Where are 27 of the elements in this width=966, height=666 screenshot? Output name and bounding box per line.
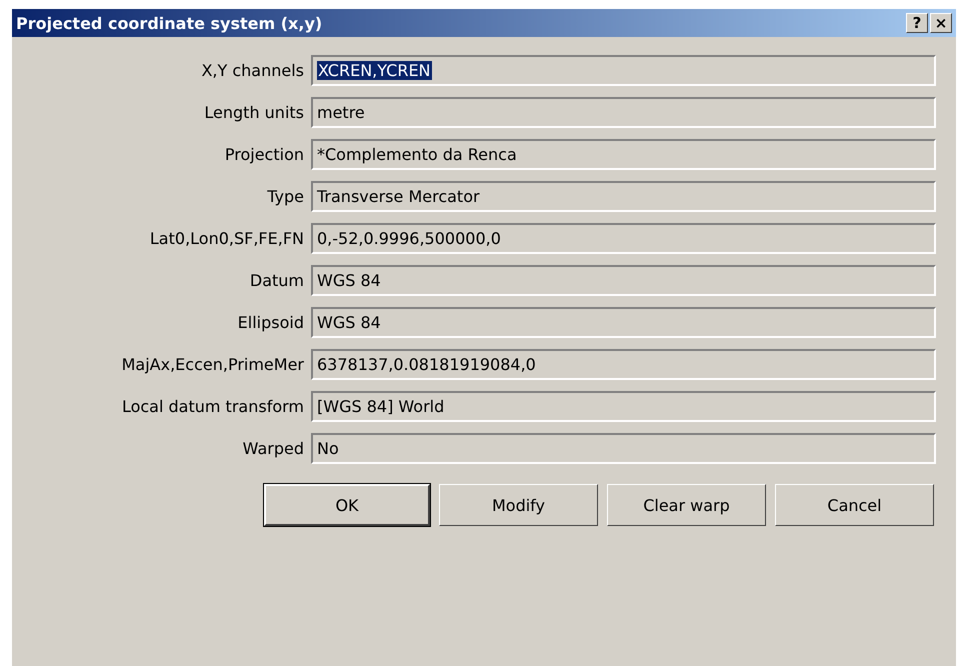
field-label: Ellipsoid [236, 313, 304, 332]
input-field[interactable]: Transverse Mercator [311, 181, 936, 212]
field-label: Type [266, 187, 304, 206]
ok-button[interactable]: OK [264, 484, 430, 526]
field-label: Datum [248, 271, 304, 290]
input-field[interactable]: XCREN,YCREN [311, 55, 936, 86]
field-label: Local datum transform [120, 397, 304, 416]
window-title: Projected coordinate system (x,y) [16, 14, 322, 32]
input-field[interactable]: 6378137,0.08181919084,0 [311, 349, 936, 380]
input-field[interactable]: metre [311, 97, 936, 128]
field-label: Length units [203, 103, 304, 122]
input-field[interactable]: WGS 84 [311, 307, 936, 338]
cancel-button[interactable]: Cancel [775, 484, 934, 526]
input-field[interactable]: [WGS 84] World [311, 391, 936, 422]
clear-warp-button[interactable]: Clear warp [607, 484, 766, 526]
input-field[interactable]: No [311, 433, 936, 464]
field-label: X,Y channels [200, 61, 304, 80]
field-label: Lat0,Lon0,SF,FE,FN [148, 229, 304, 248]
field-label: Warped [242, 439, 304, 458]
field-label: Projection [224, 145, 304, 164]
close-button[interactable]: × [930, 13, 952, 33]
input-field[interactable]: *Complemento da Renca [311, 139, 936, 170]
field-label: MajAx,Eccen,PrimeMer [120, 355, 304, 374]
modify-button[interactable]: Modify [439, 484, 598, 526]
input-field[interactable]: 0,-52,0.9996,500000,0 [311, 223, 936, 254]
input-field[interactable]: WGS 84 [311, 265, 936, 296]
help-button[interactable]: ? [906, 13, 928, 33]
